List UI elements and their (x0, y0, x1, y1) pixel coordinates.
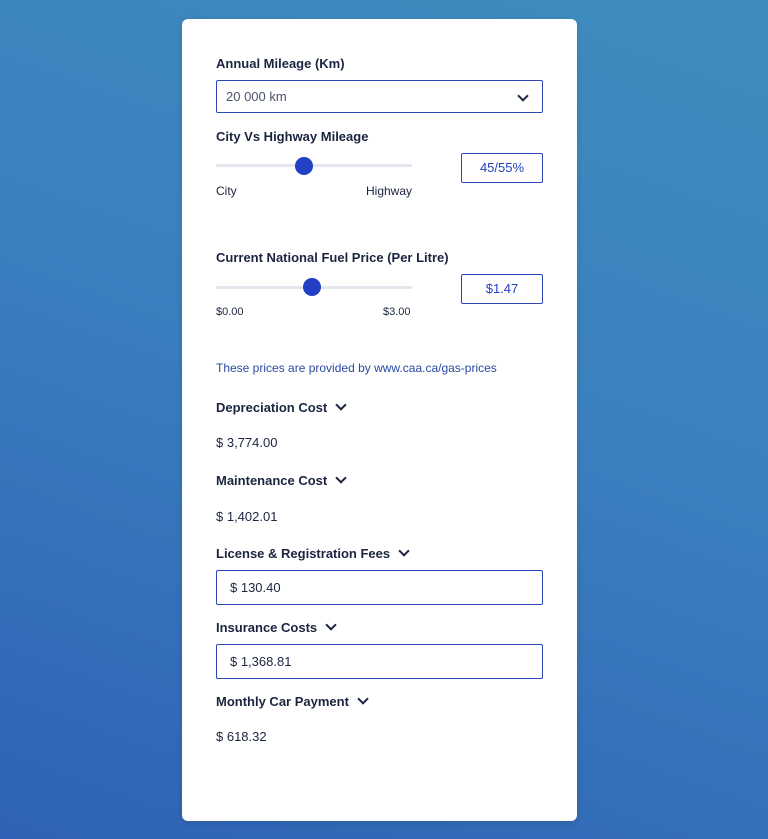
top-nav-partial (496, 0, 586, 2)
annual-mileage-value: 20 000 km (226, 89, 287, 104)
chevron-down-icon (398, 545, 410, 557)
city-highway-slider-thumb[interactable] (295, 157, 314, 175)
maintenance-label: Maintenance Cost (216, 473, 328, 488)
depreciation-label: Depreciation Cost (216, 400, 328, 415)
insurance-label: Insurance Costs (216, 620, 318, 635)
car-payment-toggle[interactable]: Monthly Car Payment (216, 693, 369, 710)
city-label: City (216, 184, 237, 198)
license-toggle[interactable]: License & Registration Fees (216, 545, 410, 562)
car-payment-label: Monthly Car Payment (216, 694, 349, 709)
fuel-price-value-box[interactable]: $1.47 (461, 274, 543, 304)
city-highway-slider-track[interactable] (216, 164, 412, 167)
chevron-down-icon (335, 472, 347, 484)
price-source-text: These prices are provided by (216, 361, 375, 375)
chevron-down-icon (517, 90, 529, 102)
annual-mileage-select[interactable]: 20 000 km (216, 80, 543, 113)
city-highway-value-box[interactable]: 45/55% (461, 153, 543, 183)
cost-calculator-card: Annual Mileage (Km) 20 000 km City Vs Hi… (182, 19, 577, 821)
chevron-down-icon (335, 399, 347, 411)
caa-gas-prices-link[interactable]: www.caa.ca/gas-prices (374, 361, 497, 375)
license-label: License & Registration Fees (216, 546, 391, 561)
license-input[interactable]: $ 130.40 (216, 570, 543, 605)
price-source-note: These prices are provided by www.caa.ca/… (216, 361, 497, 375)
depreciation-toggle[interactable]: Depreciation Cost (216, 399, 347, 416)
insurance-toggle[interactable]: Insurance Costs (216, 619, 337, 636)
fuel-price-label: Current National Fuel Price (Per Litre) (216, 250, 449, 265)
fuel-min-label: $0.00 (216, 306, 244, 318)
car-payment-amount: $ 618.32 (216, 729, 267, 744)
depreciation-amount: $ 3,774.00 (216, 435, 278, 450)
maintenance-toggle[interactable]: Maintenance Cost (216, 472, 347, 489)
chevron-down-icon (357, 693, 369, 705)
chevron-down-icon (325, 619, 337, 631)
fuel-price-slider-thumb[interactable] (303, 278, 322, 296)
insurance-input[interactable]: $ 1,368.81 (216, 644, 543, 679)
fuel-max-label: $3.00 (383, 306, 411, 318)
highway-label: Highway (366, 184, 413, 198)
annual-mileage-label: Annual Mileage (Km) (216, 56, 345, 71)
city-highway-label: City Vs Highway Mileage (216, 129, 369, 144)
maintenance-amount: $ 1,402.01 (216, 509, 278, 524)
